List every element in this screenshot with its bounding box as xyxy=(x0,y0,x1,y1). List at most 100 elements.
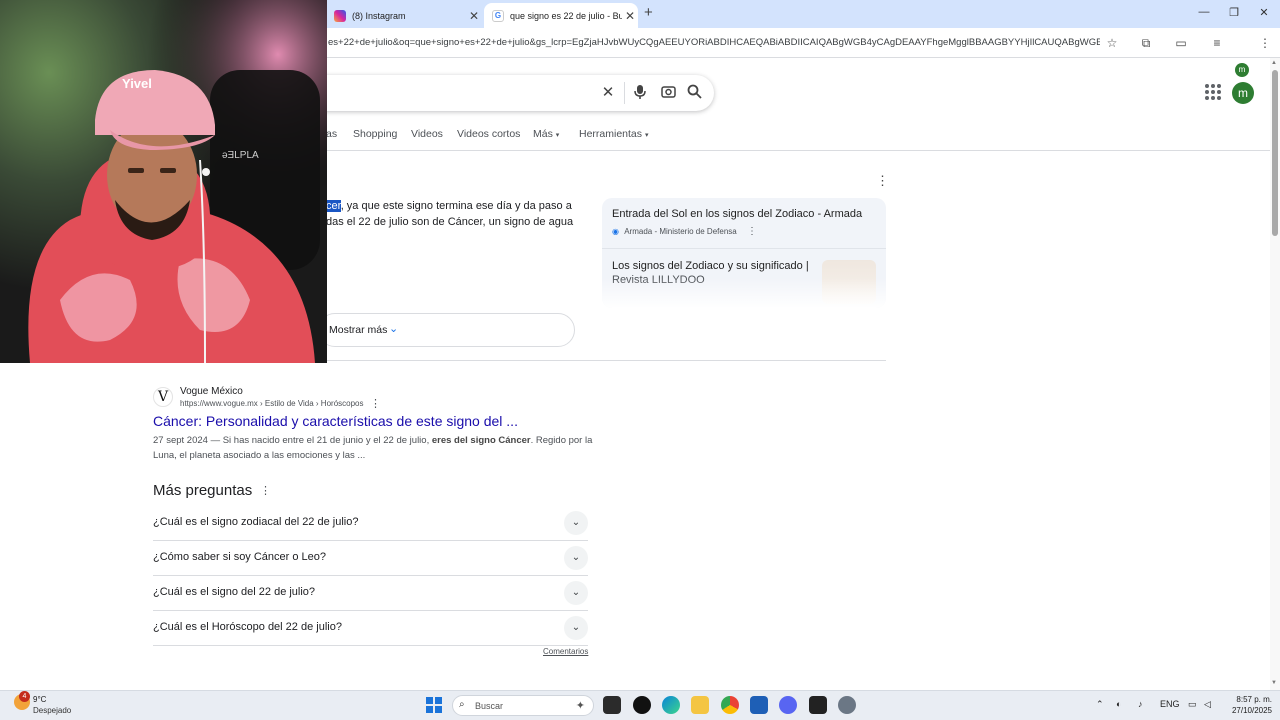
tab-more-label: Más xyxy=(533,128,553,140)
show-hidden-icons[interactable]: ⌃ xyxy=(1096,699,1104,710)
question-item[interactable]: ¿Cómo saber si soy Cáncer o Leo? ⌄ xyxy=(153,541,588,576)
snippet-text: , ya que este signo termina ese día y da… xyxy=(340,200,572,212)
task-view-icon[interactable] xyxy=(603,696,621,714)
question-text: ¿Cuál es el Horóscopo del 22 de julio? xyxy=(153,621,342,633)
tab-images[interactable]: as xyxy=(326,128,337,140)
search-divider xyxy=(624,82,625,104)
result-date: 27 sept 2024 xyxy=(153,435,208,446)
epic-games-icon[interactable] xyxy=(809,696,827,714)
store-icon[interactable] xyxy=(750,696,768,714)
chevron-down-icon: ⌄ xyxy=(564,616,588,640)
steam-icon[interactable] xyxy=(633,696,651,714)
nav-divider xyxy=(326,150,1280,151)
new-tab-button[interactable]: + xyxy=(644,4,653,21)
question-item[interactable]: ¿Cuál es el signo del 22 de julio? ⌄ xyxy=(153,576,588,611)
show-more-label: Mostrar más xyxy=(329,324,388,336)
taskbar-search[interactable]: ⌕ Buscar ✦ xyxy=(452,695,594,716)
tab-title: que signo es 22 de julio - Busca xyxy=(510,10,622,21)
source-name: Armada - Ministerio de Defensa xyxy=(624,227,737,236)
volume-icon[interactable]: ◁ xyxy=(1204,699,1211,710)
svg-text:Yivel: Yivel xyxy=(122,76,152,91)
search-icon: ⌕ xyxy=(459,699,465,710)
question-text: ¿Cuál es el signo zodiacal del 22 de jul… xyxy=(153,516,359,528)
chevron-down-icon: ⌄ xyxy=(564,546,588,570)
discord-icon[interactable] xyxy=(779,696,797,714)
search-box[interactable]: ✕ xyxy=(300,75,714,111)
profile-avatar[interactable]: m xyxy=(1235,63,1249,77)
question-item[interactable]: ¿Cuál es el Horóscopo del 22 de julio? ⌄ xyxy=(153,611,588,646)
edge-icon[interactable] xyxy=(662,696,680,714)
vogue-logo: V xyxy=(153,387,173,407)
featured-snippet: cer, ya que este signo termina ese día y… xyxy=(326,198,576,230)
close-window-icon[interactable]: ✕ xyxy=(1254,6,1274,19)
result-options-icon[interactable]: ⋮ xyxy=(370,397,381,410)
notification-badge: 4 xyxy=(19,691,30,702)
settings-icon[interactable] xyxy=(838,696,856,714)
windows-taskbar: 4 9°C Despejado ⌕ Buscar ✦ ⌃ ◐ ♪ ENG ▭ ◁… xyxy=(0,690,1280,720)
menu-kebab-icon[interactable]: ⋮ xyxy=(1256,34,1274,52)
selected-text[interactable]: cer xyxy=(326,200,341,212)
restore-icon[interactable]: ❐ xyxy=(1224,6,1244,19)
network-app-icon[interactable]: ◐ xyxy=(1116,699,1121,709)
lens-search-icon[interactable] xyxy=(659,84,677,102)
snippet-options-icon[interactable]: ⋮ xyxy=(876,173,889,189)
close-tab-icon[interactable]: ✕ xyxy=(466,9,482,23)
tab-tools[interactable]: Herramientas ▾ xyxy=(579,128,648,140)
tab-more[interactable]: Más ▾ xyxy=(533,128,559,140)
language-indicator[interactable]: ENG xyxy=(1160,699,1180,709)
wifi-icon[interactable]: ▭ xyxy=(1188,699,1197,710)
search-highlight-icon: ✦ xyxy=(575,700,585,712)
scroll-up-icon[interactable]: ▲ xyxy=(1271,60,1277,66)
result-title-link[interactable]: Cáncer: Personalidad y características d… xyxy=(153,413,518,429)
scroll-down-icon[interactable]: ▼ xyxy=(1271,680,1277,686)
card-divider xyxy=(602,248,886,249)
chevron-down-icon: ⌄ xyxy=(564,581,588,605)
question-text: ¿Cuál es el signo del 22 de julio? xyxy=(153,586,316,598)
windows-start-icon[interactable] xyxy=(426,697,442,713)
media-control-icon[interactable]: ≡ xyxy=(1208,34,1226,52)
question-item[interactable]: ¿Cuál es el signo zodiacal del 22 de jul… xyxy=(153,506,588,541)
tab-title: (8) Instagram xyxy=(352,10,406,21)
tab-instagram[interactable]: (8) Instagram ✕ xyxy=(326,3,482,28)
system-clock[interactable]: 8:57 p. m. 27/10/2025 xyxy=(1222,694,1272,716)
search-icon[interactable] xyxy=(685,84,703,102)
extensions-icon[interactable]: ⧉ xyxy=(1137,34,1155,52)
globe-icon: ◉ xyxy=(612,227,619,236)
result-url[interactable]: https://www.vogue.mx › Estilo de Vida › … xyxy=(180,399,364,408)
weather-temperature[interactable]: 9°C xyxy=(33,695,46,704)
result-site-name[interactable]: Vogue México xyxy=(180,386,243,397)
voice-search-icon[interactable] xyxy=(631,84,649,102)
weather-condition[interactable]: Despejado xyxy=(33,706,71,715)
cast-icon[interactable]: ▭ xyxy=(1172,34,1190,52)
result-description: 27 sept 2024 — Si has nacido entre el 21… xyxy=(153,433,593,463)
card-options-icon[interactable]: ⋮ xyxy=(747,226,757,237)
section-divider xyxy=(326,360,886,361)
url-field[interactable]: es+22+de+julio&oq=que+signo+es+22+de+jul… xyxy=(328,37,1100,48)
chevron-down-icon: ⌄ xyxy=(389,323,399,335)
microphone-icon[interactable]: ♪ xyxy=(1138,699,1143,709)
file-explorer-icon[interactable] xyxy=(691,696,709,714)
feedback-link[interactable]: Comentarios xyxy=(543,647,588,656)
tab-shopping[interactable]: Shopping xyxy=(353,128,397,140)
close-tab-icon[interactable]: ✕ xyxy=(622,9,638,23)
more-questions-options-icon[interactable]: ⋮ xyxy=(260,484,271,497)
clock-date: 27/10/2025 xyxy=(1231,706,1272,715)
scrollbar-thumb[interactable] xyxy=(1272,70,1278,236)
clear-search-icon[interactable]: ✕ xyxy=(599,84,617,102)
chrome-icon[interactable] xyxy=(721,696,739,714)
caret-down-icon: ▾ xyxy=(644,132,649,139)
show-more-button[interactable]: Mostrar más ⌄ xyxy=(318,313,575,347)
google-apps-icon[interactable] xyxy=(1205,84,1223,102)
tab-google-search[interactable]: G que signo es 22 de julio - Busca ✕ xyxy=(484,3,638,28)
source-card-title[interactable]: Los signos del Zodiaco y su significado … xyxy=(612,260,809,272)
snippet-line-2: das el 22 de julio son de Cáncer, un sig… xyxy=(326,216,574,228)
minimize-icon[interactable]: — xyxy=(1194,6,1214,18)
tab-videos[interactable]: Videos xyxy=(411,128,443,140)
source-card-title[interactable]: Entrada del Sol en los signos del Zodiac… xyxy=(612,208,862,220)
webcam-overlay: ǝƎLPLA Yivel xyxy=(0,0,327,363)
instagram-icon xyxy=(334,9,346,22)
tab-short-videos[interactable]: Videos cortos xyxy=(457,128,520,140)
google-account-avatar[interactable]: m xyxy=(1232,82,1254,104)
bookmark-star-icon[interactable]: ☆ xyxy=(1103,34,1121,52)
source-card-site: ◉ Armada - Ministerio de Defensa ⋮ xyxy=(612,226,757,237)
